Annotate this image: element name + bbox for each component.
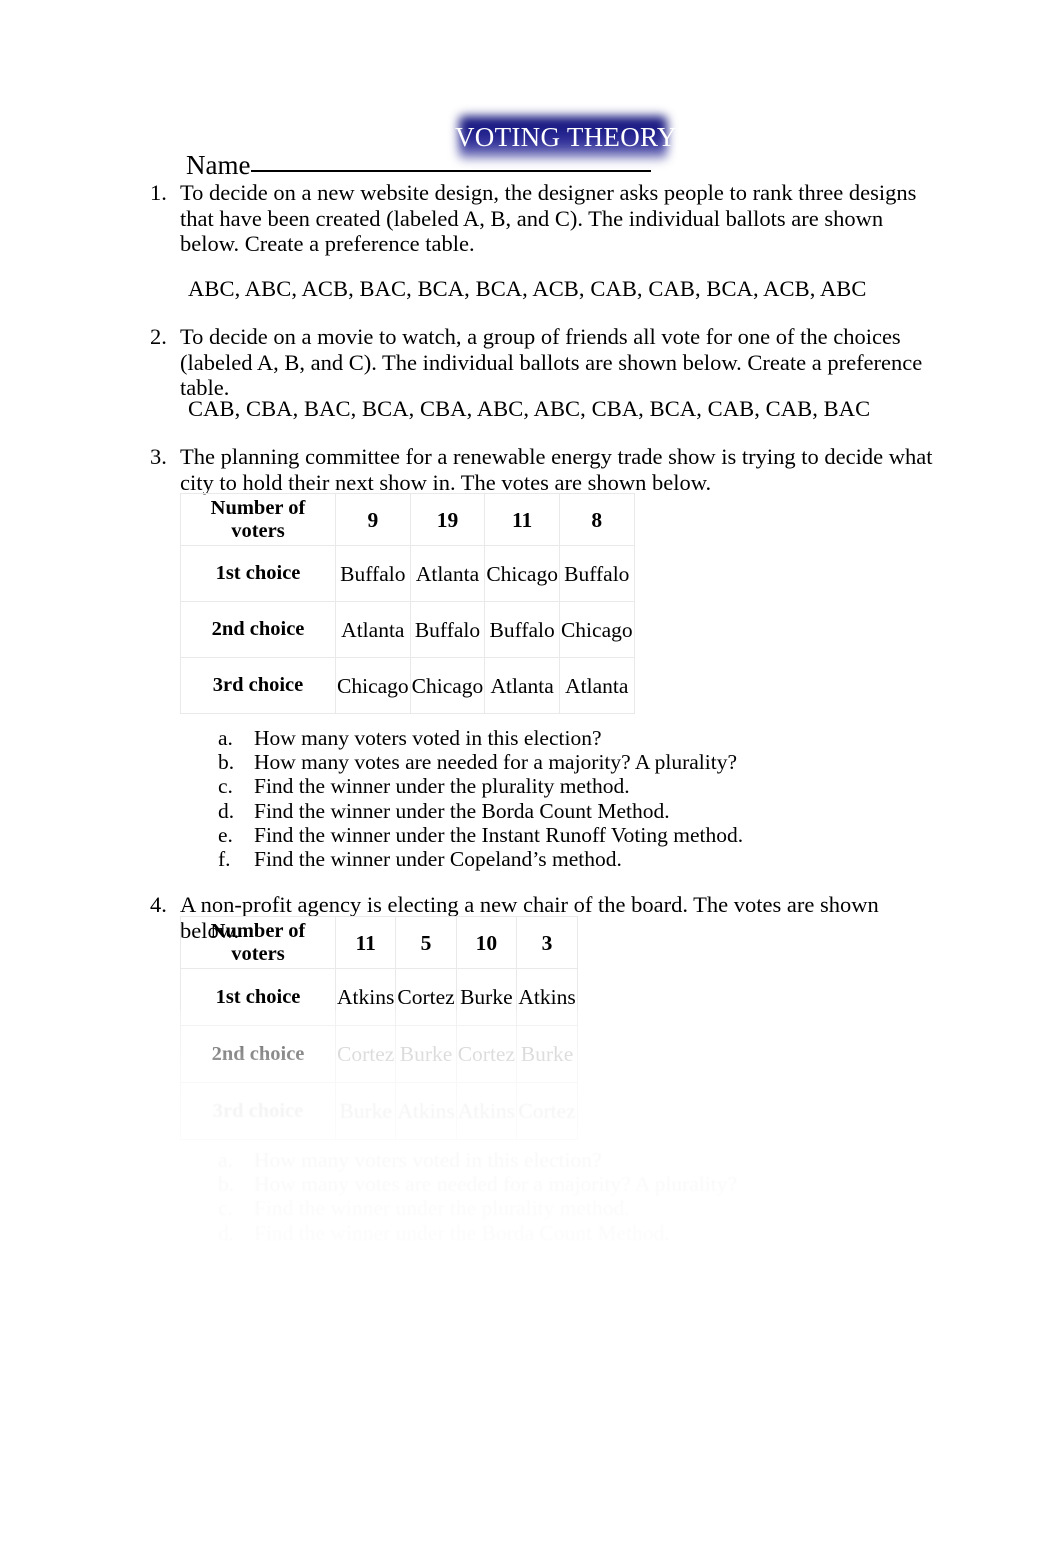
preference-cell: Chicago [335, 657, 411, 714]
subquestion-text: How many voters voted in this election? [254, 1148, 602, 1172]
preference-cell: Cortez [395, 968, 457, 1026]
preference-cell: Chicago [558, 601, 635, 658]
preference-cell: Cortez [334, 1025, 397, 1083]
list-item: d. Find the winner under the Borda Count … [218, 799, 743, 823]
table-row: Number of voters 11 5 10 3 [180, 916, 579, 969]
preference-cell: Atkins [395, 1082, 457, 1140]
preference-cell: Burke [395, 1025, 457, 1083]
question-3-number: 3. [150, 444, 167, 469]
subquestion-text: Find the winner under the plurality meth… [254, 1196, 630, 1221]
subquestion-label: a. [218, 1148, 233, 1172]
subquestion-text: Find the winner under the Borda Count Me… [254, 798, 670, 823]
row-label-1st-choice: 1st choice [180, 545, 336, 602]
voter-count-cell: 8 [558, 493, 635, 546]
table-header-number-of-voters: Number of voters [180, 493, 336, 546]
subquestion-label: d. [218, 1220, 235, 1245]
question-2-ballots: CAB, CBA, BAC, BCA, CBA, ABC, ABC, CBA, … [188, 396, 871, 421]
voter-count-cell: 10 [455, 916, 518, 969]
preference-cell: Burke [455, 968, 518, 1026]
question-3: 3. The planning committee for a renewabl… [150, 444, 940, 495]
subquestion-label: a. [218, 726, 233, 750]
question-1-ballots: ABC, ABC, ACB, BAC, BCA, BCA, ACB, CAB, … [188, 276, 867, 301]
name-blank-rule[interactable] [251, 170, 652, 172]
list-item: b. How many votes are needed for a majori… [218, 750, 743, 774]
list-item: a. How many voters voted in this election… [218, 1148, 737, 1172]
list-item: c. Find the winner under the plurality me… [218, 774, 743, 798]
row-label-1st-choice: 1st choice [180, 968, 336, 1026]
question-1-text: To decide on a new website design, the d… [180, 180, 917, 256]
row-label-3rd-choice: 3rd choice [180, 1082, 336, 1140]
table-row: 1st choice Atkins Cortez Burke Atkins [180, 968, 579, 1026]
preference-cell: Chicago [484, 545, 560, 602]
subquestion-label: c. [218, 774, 233, 799]
preference-cell: Burke [334, 1082, 397, 1140]
list-item: e. Find the winner under the Instant Runo… [218, 823, 743, 847]
subquestion-text: Find the winner under the Instant Runoff… [254, 822, 744, 847]
preference-cell: Buffalo [558, 545, 635, 602]
list-item: f. Find the winner under Copeland’s metho… [218, 847, 743, 871]
preference-cell: Atlanta [409, 545, 486, 602]
subquestion-text: Find the winner under the Borda Count Me… [254, 1220, 670, 1245]
subquestion-label: b. [218, 750, 235, 775]
subquestion-label: e. [218, 822, 233, 847]
table-row: 3rd choice Chicago Chicago Atlanta Atlan… [180, 657, 635, 714]
preference-cell: Atlanta [335, 601, 411, 658]
preference-cell: Cortez [516, 1082, 579, 1140]
list-item: a. How many voters voted in this election… [218, 726, 743, 750]
question-2-text: To decide on a movie to watch, a group o… [180, 324, 923, 400]
subquestion-text: Find the winner under Copeland’s method. [254, 847, 622, 872]
row-label-2nd-choice: 2nd choice [180, 1025, 336, 1083]
voter-count-cell: 11 [334, 916, 397, 969]
list-item: b. How many votes are needed for a majori… [218, 1172, 737, 1196]
preference-cell: Atkins [455, 1082, 518, 1140]
table-row: 1st choice Buffalo Atlanta Chicago Buffa… [180, 545, 635, 602]
preference-cell: Buffalo [409, 601, 486, 658]
subquestion-list-q3: a. How many voters voted in this election… [218, 726, 743, 871]
preference-cell: Atlanta [484, 657, 560, 714]
preference-cell: Chicago [409, 657, 486, 714]
question-2: 2. To decide on a movie to watch, a grou… [150, 324, 940, 401]
subquestion-text: How many votes are needed for a majority… [254, 750, 737, 775]
question-2-number: 2. [150, 324, 167, 349]
preference-cell: Buffalo [484, 601, 560, 658]
subquestion-text: How many voters voted in this election? [254, 726, 602, 750]
row-label-3rd-choice: 3rd choice [180, 657, 336, 714]
preference-cell: Atkins [334, 968, 397, 1026]
subquestion-text: Find the winner under the plurality meth… [254, 774, 630, 799]
preference-cell: Atkins [516, 968, 579, 1026]
list-item: d. Find the winner under the Borda Count … [218, 1221, 737, 1245]
question-1: 1. To decide on a new website design, th… [150, 180, 940, 257]
preference-cell: Buffalo [335, 545, 411, 602]
subquestion-text: How many votes are needed for a majority… [254, 1172, 737, 1197]
table-row: Number of voters 9 19 11 8 [180, 493, 635, 546]
subquestion-list-q4: a. How many voters voted in this election… [218, 1148, 737, 1245]
preference-cell: Cortez [455, 1025, 518, 1083]
document-page: VOTING THEORY Name 1. To decide on a new… [0, 0, 1062, 1556]
question-1-number: 1. [150, 180, 167, 205]
table-row: 3rd choice Burke Atkins Atkins Cortez [180, 1082, 579, 1140]
table-header-number-of-voters: Number of voters [180, 916, 336, 969]
preference-cell: Burke [516, 1025, 579, 1083]
voter-count-cell: 9 [335, 493, 411, 546]
list-item: c. Find the winner under the plurality me… [218, 1196, 737, 1220]
subquestion-label: b. [218, 1172, 235, 1197]
subquestion-label: d. [218, 798, 235, 823]
question-4-number: 4. [150, 892, 167, 917]
table-row: 2nd choice Atlanta Buffalo Buffalo Chica… [180, 601, 635, 658]
voter-count-cell: 19 [409, 493, 486, 546]
preference-cell: Atlanta [558, 657, 635, 714]
voter-count-cell: 3 [516, 916, 579, 969]
subquestion-label: c. [218, 1196, 233, 1221]
subquestion-label: f. [218, 847, 231, 872]
table-row: 2nd choice Cortez Burke Cortez Burke [180, 1025, 579, 1083]
question-3-text: The planning committee for a renewable e… [180, 444, 933, 495]
voter-count-cell: 11 [484, 493, 560, 546]
preference-table-q3: Number of voters 9 19 11 8 1st choice Bu… [180, 493, 635, 714]
preference-table-q4: Number of voters 11 5 10 3 1st choice At… [180, 916, 579, 1140]
row-label-2nd-choice: 2nd choice [180, 601, 336, 658]
name-label: Name [186, 150, 251, 180]
voter-count-cell: 5 [395, 916, 457, 969]
name-field-line: Name [186, 150, 652, 181]
